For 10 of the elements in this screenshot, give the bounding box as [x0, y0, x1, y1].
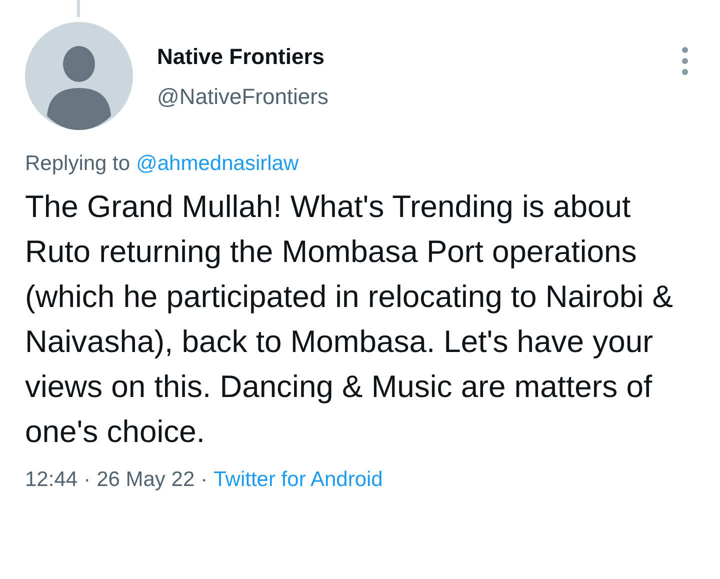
tweet-text: The Grand Mullah! What's Trending is about Ruto returning the Mombasa Port operations (which he participated in relocating to Nairobi & Naivasha), back to Mombasa. Let's have your views on this. Dancing & Music are matters of one's choice.: [25, 188, 674, 451]
replying-label: Replying to: [25, 152, 130, 176]
avatar-icon[interactable]: [25, 22, 133, 130]
separator-dot: ·: [200, 468, 208, 492]
author-handle[interactable]: @NativeFrontiers: [157, 84, 681, 110]
separator-dot: ·: [84, 468, 91, 492]
author-name[interactable]: Native Frontiers: [157, 44, 681, 70]
more-icon[interactable]: [681, 46, 689, 76]
tweet-date: 26 May 22: [96, 468, 195, 492]
tweet-time: 12:44: [25, 468, 78, 492]
